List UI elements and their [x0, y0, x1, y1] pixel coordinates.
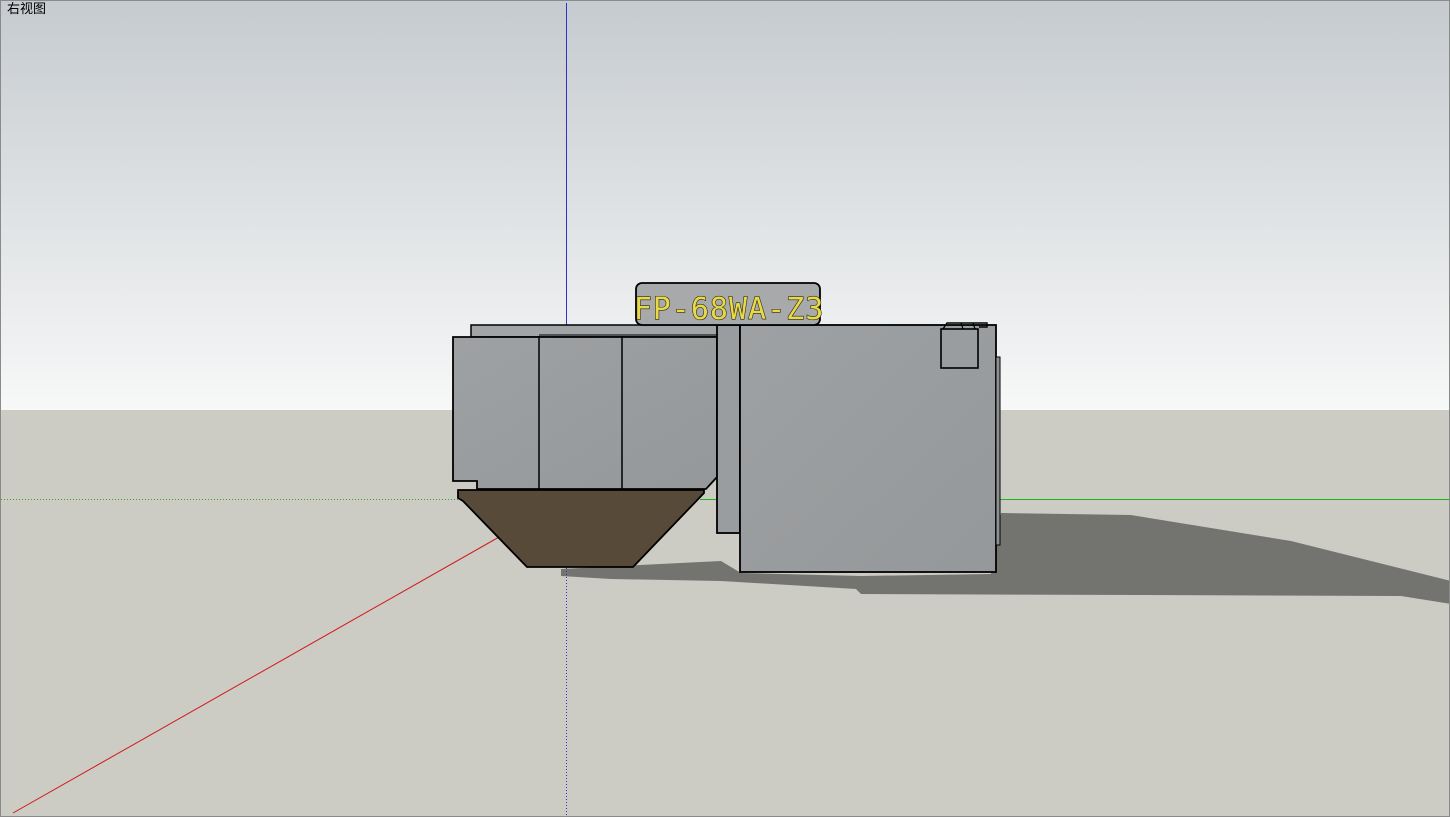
3d-scene[interactable]: FP-68WA-Z3	[1, 1, 1450, 817]
right-box-side-strip	[995, 356, 1001, 546]
small-component	[940, 328, 979, 369]
view-name-label: 右视图	[7, 2, 47, 17]
model-tag-label: FP-68WA-Z3	[634, 292, 825, 327]
sketchup-viewport[interactable]: FP-68WA-Z3 右视图	[0, 0, 1450, 817]
left-body	[452, 336, 718, 490]
pillar	[716, 324, 741, 534]
